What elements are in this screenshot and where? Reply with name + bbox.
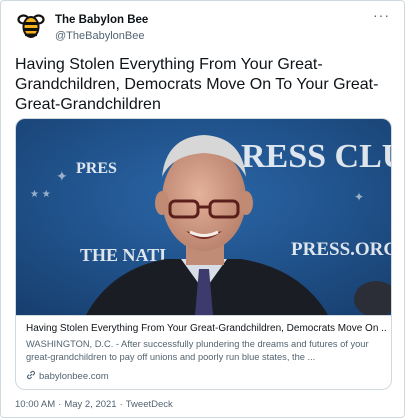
card-description: WASHINGTON, D.C. - After successfully pl…	[26, 339, 369, 362]
tweet-text: Having Stolen Everything From Your Great…	[15, 56, 379, 113]
sign-text-top: RESS CLU	[241, 138, 391, 175]
tweet-card: The Babylon Bee @TheBabylonBee ··· Havin…	[0, 0, 405, 418]
card-domain[interactable]: babylonbee.com	[39, 371, 109, 382]
tweet-meta: 10:00 AM · May 2, 2021 · TweetDeck	[15, 399, 173, 410]
meta-separator: ·	[58, 399, 62, 410]
link-icon	[27, 370, 35, 380]
tweet-date[interactable]: May 2, 2021	[64, 399, 116, 410]
sign-text-top-left: PRES	[76, 160, 117, 177]
bee-icon	[15, 9, 47, 41]
svg-text:✦: ✦	[354, 190, 364, 204]
card-title[interactable]: Having Stolen Everything From Your Great…	[26, 323, 386, 334]
account-name[interactable]: The Babylon Bee	[55, 14, 148, 26]
svg-text:★ ★: ★ ★	[30, 189, 51, 200]
card-body[interactable]: Having Stolen Everything From Your Great…	[16, 315, 391, 389]
avatar[interactable]	[15, 9, 47, 41]
account-handle[interactable]: @TheBabylonBee	[55, 30, 144, 42]
article-image: RESS CLU PRES THE NATI PRESS.ORG ★ ★ ✦ ✦	[16, 119, 391, 315]
card-domain-row[interactable]: babylonbee.com	[26, 370, 109, 382]
link-card[interactable]: RESS CLU PRES THE NATI PRESS.ORG ★ ★ ✦ ✦	[15, 118, 392, 390]
ellipsis-icon[interactable]: ···	[373, 7, 390, 23]
tweet-time[interactable]: 10:00 AM	[15, 399, 55, 410]
sign-text-bottom-right: PRESS.ORG	[291, 239, 391, 260]
meta-separator: ·	[119, 399, 123, 410]
svg-text:✦: ✦	[56, 168, 68, 184]
tweet-source[interactable]: TweetDeck	[126, 399, 173, 410]
